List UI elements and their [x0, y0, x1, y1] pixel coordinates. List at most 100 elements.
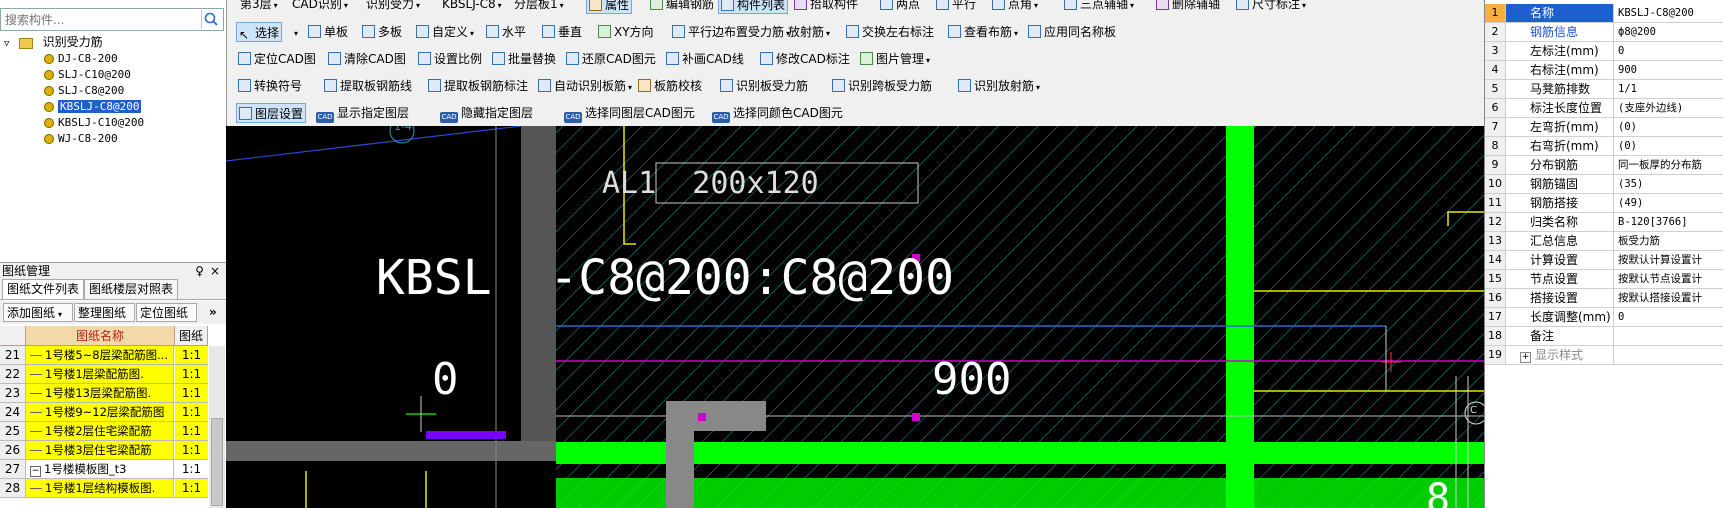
clear-cad-button[interactable]: 清除CAD图	[326, 49, 408, 69]
property-value[interactable]: 按默认节点设置计	[1615, 270, 1723, 288]
search-icon[interactable]	[201, 10, 221, 29]
property-row[interactable]: 14 计算设置 按默认计算设置计	[1485, 251, 1723, 270]
xy-direction-button[interactable]: XY方向	[596, 22, 656, 42]
hide-layer-button[interactable]: CAD 隐藏指定图层	[438, 103, 535, 123]
property-row[interactable]: 15 节点设置 按默认节点设置计	[1485, 270, 1723, 289]
horizontal-button[interactable]: 水平	[484, 22, 528, 42]
search-input[interactable]	[1, 9, 199, 30]
property-row[interactable]: 16 搭接设置 按默认搭接设置计	[1485, 289, 1723, 308]
modify-cad-label-button[interactable]: 修改CAD标注	[758, 49, 852, 69]
table-row[interactable]: 24 1号楼9~12层梁配筋图 1:1	[0, 403, 208, 422]
tree-item[interactable]: KBSLJ-C10@200	[44, 115, 144, 131]
property-row[interactable]: 1 名称 KBSLJ-C8@200	[1485, 4, 1723, 23]
drawing-name-cell[interactable]: 1号楼1层梁配筋图.	[26, 365, 174, 383]
single-slab-button[interactable]: 单板	[306, 22, 350, 42]
two-points-button[interactable]: 两点	[878, 0, 922, 14]
delete-aux-button[interactable]: 删除辅轴	[1154, 0, 1222, 14]
property-value[interactable]: 0	[1615, 42, 1723, 60]
slab-check-button[interactable]: 板筋校核	[636, 76, 704, 96]
tree-item[interactable]: WJ-C8-200	[44, 131, 118, 147]
property-row[interactable]: 7 左弯折(mm) (0)	[1485, 118, 1723, 137]
property-row[interactable]: 4 右标注(mm) 900	[1485, 61, 1723, 80]
column-header-name[interactable]: 图纸名称	[26, 326, 175, 346]
pick-component-button[interactable]: 拾取构件	[792, 0, 860, 14]
view-layout-button[interactable]: 查看布筋 ▾	[946, 22, 1020, 42]
property-value[interactable]: B-120[3766]	[1615, 213, 1723, 231]
scale-cell[interactable]: 1:1	[175, 346, 208, 364]
drawing-name-cell[interactable]: 1号楼2层住宅梁配筋	[26, 422, 174, 440]
scale-cell[interactable]: 1:1	[175, 422, 208, 440]
locate-cad-button[interactable]: 定位CAD图	[236, 49, 318, 69]
property-row[interactable]: 6 标注长度位置 (支座外边线)	[1485, 99, 1723, 118]
property-row[interactable]: 19 + 显示样式	[1485, 346, 1723, 365]
property-value[interactable]: (49)	[1615, 194, 1723, 212]
apply-same-name-button[interactable]: 应用同名称板	[1026, 22, 1118, 42]
collapse-icon[interactable]: ▽	[4, 39, 9, 49]
expand-icon[interactable]: −	[30, 466, 41, 477]
slab-rebar-label[interactable]: KBSL -C8@200:C8@200	[376, 250, 954, 306]
scale-cell[interactable]: 1:1	[175, 403, 208, 421]
restore-cad-button[interactable]: 还原CAD图元	[564, 49, 658, 69]
property-value[interactable]	[1615, 346, 1723, 364]
select-same-color-button[interactable]: CAD 选择同颜色CAD图元	[710, 103, 845, 123]
three-point-aux-button[interactable]: 三点辅轴 ▾	[1062, 0, 1136, 14]
scale-cell[interactable]: 1:1	[175, 441, 208, 459]
table-row[interactable]: 21 1号楼5~8层梁配筋图... 1:1	[0, 346, 208, 365]
select-button[interactable]: ↖ 选择	[236, 22, 283, 42]
select-dropdown[interactable]: ▾	[290, 22, 300, 42]
edit-rebar-button[interactable]: 编辑钢筋	[648, 0, 716, 14]
expand-icon[interactable]: +	[1520, 352, 1531, 363]
more-button[interactable]: »	[206, 303, 224, 322]
scale-cell[interactable]: 1:1	[175, 365, 208, 383]
property-row[interactable]: 17 长度调整(mm) 0	[1485, 308, 1723, 327]
attribute-button[interactable]: 属性	[586, 0, 633, 14]
multi-slab-button[interactable]: 多板	[360, 22, 404, 42]
point-angle-button[interactable]: 点角 ▾	[990, 0, 1040, 14]
property-value[interactable]: 900	[1615, 61, 1723, 79]
component-dropdown[interactable]: KBSLJ-C8 ▾	[440, 0, 504, 14]
column-header-scale[interactable]: 图纸	[175, 326, 208, 346]
radial-button[interactable]: 放射筋 ▾	[786, 22, 832, 42]
table-row[interactable]: 27−1号楼模板图_t3 1:1	[0, 460, 208, 479]
set-scale-button[interactable]: 设置比例	[416, 49, 484, 69]
property-value[interactable]: 按默认搭接设置计	[1615, 289, 1723, 307]
scroll-thumb[interactable]	[211, 418, 223, 506]
tree-item[interactable]: SLJ-C10@200	[44, 67, 131, 83]
draw-cad-line-button[interactable]: 补画CAD线	[664, 49, 746, 69]
property-value[interactable]: (0)	[1615, 118, 1723, 136]
drawing-name-cell[interactable]: 1号楼13层梁配筋图.	[26, 384, 174, 402]
extract-slab-line-button[interactable]: 提取板钢筋线	[322, 76, 414, 96]
tree-item[interactable]: SLJ-C8@200	[44, 83, 124, 99]
layer-settings-button[interactable]: 图层设置	[236, 103, 307, 123]
tab-floor-table[interactable]: 图纸楼层对照表	[84, 279, 179, 299]
property-row[interactable]: 11 钢筋搭接 (49)	[1485, 194, 1723, 213]
property-value[interactable]: 板受力筋	[1615, 232, 1723, 250]
convert-symbol-button[interactable]: 转换符号	[236, 76, 304, 96]
cad-canvas[interactable]: 1-4 AL1 200x120 KBSL -C8@200:C8@200 0 90…	[226, 126, 1484, 508]
organize-drawing-button[interactable]: 整理图纸	[74, 303, 135, 322]
drawing-name-cell[interactable]: 1号楼1层结构模板图.	[26, 479, 174, 497]
property-value[interactable]: 同一板厚的分布筋	[1615, 156, 1723, 174]
property-row[interactable]: 10 钢筋锚固 (35)	[1485, 175, 1723, 194]
drawing-name-cell[interactable]: 1号楼9~12层梁配筋图	[26, 403, 174, 421]
add-drawing-button[interactable]: 添加图纸 ▾	[3, 303, 73, 322]
table-row[interactable]: 23 1号楼13层梁配筋图. 1:1	[0, 384, 208, 403]
property-value[interactable]: ф8@200	[1615, 23, 1723, 41]
property-value[interactable]: KBSLJ-C8@200	[1615, 4, 1723, 22]
image-mgmt-button[interactable]: 图片管理 ▾	[858, 49, 932, 69]
parallel-button[interactable]: 平行	[934, 0, 978, 14]
property-value[interactable]: 0	[1615, 308, 1723, 326]
property-row[interactable]: 9 分布钢筋 同一板厚的分布筋	[1485, 156, 1723, 175]
property-value[interactable]: (35)	[1615, 175, 1723, 193]
cad-recognize-dropdown[interactable]: CAD识别 ▾	[290, 0, 350, 14]
table-row[interactable]: 22 1号楼1层梁配筋图. 1:1	[0, 365, 208, 384]
property-value[interactable]	[1615, 327, 1723, 345]
layer-dropdown[interactable]: 分层板1 ▾	[512, 0, 566, 14]
recognize-radial-button[interactable]: 识别放射筋 ▾	[956, 76, 1042, 96]
select-same-layer-button[interactable]: CAD 选择同图层CAD图元	[562, 103, 697, 123]
table-row[interactable]: 26 1号楼3层住宅梁配筋 1:1	[0, 441, 208, 460]
tree-item[interactable]: DJ-C8-200	[44, 51, 118, 67]
dim-label-button[interactable]: 尺寸标注 ▾	[1234, 0, 1308, 14]
drawing-name-cell[interactable]: 1号楼5~8层梁配筋图...	[26, 346, 174, 364]
auto-recognize-button[interactable]: 自动识别板筋 ▾	[536, 76, 634, 96]
